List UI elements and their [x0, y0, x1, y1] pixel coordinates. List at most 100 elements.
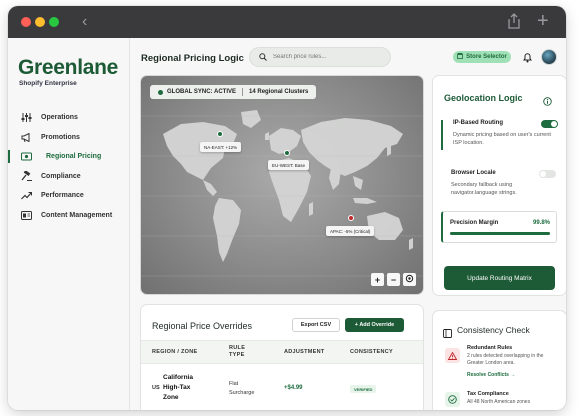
map-label-apac: APAC: -5% (Critical) [326, 226, 375, 236]
ip-routing-option: IP-Based Routing Dynamic pricing based o… [441, 120, 558, 150]
target-icon [405, 274, 414, 285]
warning-icon [445, 348, 460, 363]
geolocation-panel: Geolocation Logic IP-Based Routing Dynam… [433, 76, 566, 295]
export-csv-button[interactable]: Export CSV [292, 318, 340, 332]
column-header-rule-type: RULE TYPE [229, 345, 245, 359]
sidebar-item-content-management[interactable]: Content Management [8, 206, 130, 226]
map-pin-na-east[interactable] [217, 131, 223, 137]
overrides-title: Regional Price Overrides [152, 321, 253, 331]
map-label-text: APAC: -5% (Critical) [330, 228, 371, 234]
resolve-conflicts-link[interactable]: Resolve Conflicts → [467, 372, 515, 378]
store-selector-button[interactable]: Store Selector [453, 51, 511, 63]
sidebar-item-performance[interactable]: Performance [8, 186, 130, 206]
app-window: ‹ + Greenlane Shopify Enterprise Operati… [8, 6, 566, 410]
region-name-line: High-Tax [163, 384, 191, 391]
browser-locale-title: Browser Locale [451, 170, 496, 176]
geolocation-title: Geolocation Logic [444, 93, 523, 103]
map-label-text: NA-EAST: +12% [204, 144, 238, 150]
rule-type: Flat Surcharge [229, 380, 254, 398]
update-routing-button[interactable]: Update Routing Matrix [444, 266, 555, 290]
page-title: Regional Pricing Logic [141, 53, 244, 64]
locate-button[interactable] [403, 273, 416, 286]
column-header-region: REGION / ZONE [152, 349, 198, 355]
store-icon [457, 53, 464, 61]
verified-badge: VERIFIED [350, 385, 377, 393]
region-name: California High-Tax Zone [163, 373, 193, 403]
share-icon[interactable] [508, 13, 520, 34]
table-header: REGION / ZONE RULE TYPE ADJUSTMENT CONSI… [141, 340, 423, 364]
sidebar-item-compliance[interactable]: Compliance [8, 167, 130, 187]
consistency-title: Consistency Check [457, 325, 530, 335]
currency-icon [20, 152, 32, 162]
sync-status-bar: GLOBAL SYNC: ACTIVE 14 Regional Clusters [150, 85, 317, 99]
ip-routing-title: IP-Based Routing [453, 120, 504, 126]
world-map-panel[interactable]: GLOBAL SYNC: ACTIVE 14 Regional Clusters… [141, 76, 423, 294]
megaphone-icon [20, 132, 32, 142]
browser-locale-desc: Secondary fallback using navigator.langu… [451, 182, 517, 196]
store-selector-label: Store Selector [466, 54, 507, 60]
rule-type-line: Surcharge [229, 390, 255, 396]
redundant-rules-title: Redundant Rules [467, 345, 513, 351]
folder-icon [20, 210, 32, 220]
close-window-button[interactable] [21, 17, 31, 27]
browser-locale-option: Browser Locale Secondary fallback using … [441, 170, 557, 200]
map-pin-apac[interactable] [348, 215, 354, 221]
map-label-eu-west: EU-WEST: Base [268, 160, 310, 170]
ip-routing-toggle[interactable] [541, 120, 558, 128]
map-pin-eu-west[interactable] [284, 150, 290, 156]
precision-margin-box: Precision Margin 99.8% [441, 211, 557, 243]
column-header-text: RULE [229, 345, 246, 351]
column-header-text: TYPE [229, 352, 245, 358]
sidebar-item-label: Regional Pricing [46, 153, 102, 161]
search-input[interactable] [273, 54, 383, 60]
sidebar-item-operations[interactable]: Operations [8, 108, 130, 128]
info-icon[interactable] [543, 93, 552, 111]
chevron-left-icon[interactable]: ‹ [82, 13, 87, 31]
sidebar-item-regional-pricing[interactable]: Regional Pricing [8, 147, 130, 167]
region-name-line: California [163, 374, 193, 381]
zoom-in-button[interactable]: + [371, 273, 384, 286]
divider [242, 88, 244, 96]
search-bar[interactable] [249, 47, 391, 67]
sidebar-nav: Operations Promotions Regional Pricing C… [8, 108, 130, 225]
region-name-line: Zone [163, 394, 179, 401]
ip-routing-desc: Dynamic pricing based on user's current … [453, 132, 551, 146]
precision-margin-bar [450, 232, 550, 235]
world-map [141, 110, 423, 277]
cluster-count: 14 Regional Clusters [249, 89, 309, 95]
sidebar-item-label: Content Management [41, 211, 113, 219]
sliders-icon [20, 113, 32, 123]
sync-status-dot [158, 89, 163, 95]
column-header-adjustment: ADJUSTMENT [284, 349, 325, 355]
rule-type-line: Flat [229, 381, 239, 387]
brand-subtitle: Shopify Enterprise [19, 80, 77, 87]
plus-icon[interactable]: + [537, 10, 549, 33]
sidebar-item-label: Compliance [41, 172, 81, 180]
map-label-text: EU-WEST: Base [272, 162, 306, 168]
bell-icon[interactable] [523, 50, 532, 68]
sidebar-item-label: Performance [41, 192, 84, 200]
minimize-window-button[interactable] [35, 17, 45, 27]
precision-margin-value: 99.8% [532, 220, 550, 226]
precision-margin-fill [450, 232, 550, 235]
search-icon [259, 48, 267, 66]
regional-overrides-panel: Regional Price Overrides Export CSV + Ad… [141, 305, 423, 410]
brand-logo: Greenlane [18, 56, 119, 79]
avatar[interactable] [541, 49, 557, 65]
zoom-window-button[interactable] [49, 17, 59, 27]
trend-icon [20, 191, 32, 201]
top-header: Regional Pricing Logic Store Selector [130, 38, 566, 76]
tax-compliance-desc: All 48 North American zones [467, 399, 531, 405]
browser-locale-toggle[interactable] [539, 170, 556, 178]
map-label-na-east: NA-EAST: +12% [200, 142, 242, 152]
checklist-icon [443, 325, 452, 343]
gavel-icon [20, 171, 32, 182]
tax-compliance-title: Tax Compliance [467, 391, 509, 397]
sidebar-item-promotions[interactable]: Promotions [8, 128, 130, 148]
sidebar-item-label: Operations [41, 114, 78, 122]
consistency-check-panel: Consistency Check Redundant Rules 2 rule… [433, 311, 566, 410]
zoom-out-button[interactable]: − [387, 273, 400, 286]
add-override-button[interactable]: + Add Override [345, 318, 404, 332]
check-circle-icon [445, 392, 460, 407]
sidebar: Greenlane Shopify Enterprise Operations … [8, 38, 130, 410]
